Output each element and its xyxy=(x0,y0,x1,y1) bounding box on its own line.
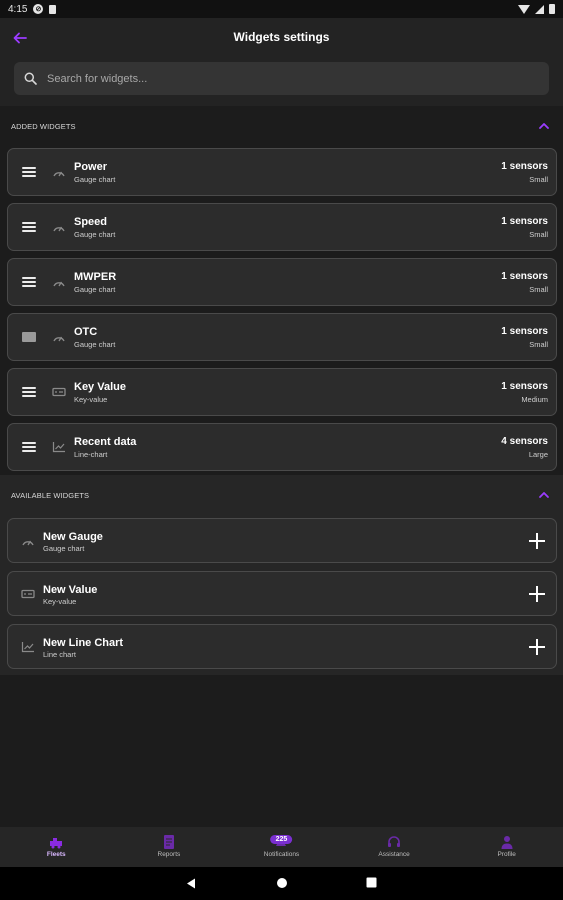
widget-name: Key Value xyxy=(74,381,126,393)
nav-label: Reports xyxy=(157,851,181,858)
widget-sensors: 1 sensors xyxy=(501,326,548,337)
widget-type: Gauge chart xyxy=(74,175,116,184)
search-icon xyxy=(24,72,37,85)
search-bar[interactable] xyxy=(14,62,549,95)
gauge-icon xyxy=(53,171,65,177)
widget-type: Gauge chart xyxy=(74,340,116,349)
drag-handle-icon[interactable] xyxy=(22,167,36,177)
widget-name: Power xyxy=(74,161,108,173)
widget-size: Small xyxy=(529,230,548,239)
drag-handle-icon[interactable] xyxy=(22,442,36,452)
add-icon[interactable] xyxy=(528,585,546,603)
app-notification-icon: ⊘ xyxy=(33,4,44,14)
widget-name: Speed xyxy=(74,216,108,228)
added-widgets-title: ADDED WIDGETS xyxy=(11,121,76,131)
system-back-icon[interactable] xyxy=(185,877,197,890)
widget-size: Large xyxy=(528,450,548,459)
widget-name: OTC xyxy=(74,326,98,338)
app-bar: Widgets settings xyxy=(0,18,563,106)
search-input[interactable] xyxy=(47,72,527,85)
nav-label: Profile xyxy=(497,851,516,858)
widget-card-mwper[interactable]: MWPER Gauge chart 1 sensors Small xyxy=(7,258,557,306)
chevron-up-icon[interactable] xyxy=(537,120,551,132)
widget-sensors: 1 sensors xyxy=(501,381,548,392)
nav-label: Notifications xyxy=(263,851,300,858)
nav-item-assistance[interactable]: Assistance xyxy=(338,827,451,867)
add-icon[interactable] xyxy=(528,638,546,656)
widget-sensors: 1 sensors xyxy=(501,161,548,172)
nav-label: Assistance xyxy=(378,851,410,858)
status-time: 4:15 xyxy=(8,3,28,15)
widget-card-otc[interactable]: OTC Gauge chart 1 sensors Small xyxy=(7,313,557,361)
sim-card-icon xyxy=(49,4,57,14)
status-bar: 4:15 ⊘ xyxy=(0,0,563,18)
signal-icon xyxy=(535,4,544,14)
available-widget-line-chart[interactable]: New Line Chart Line chart xyxy=(7,624,557,669)
available-widget-value[interactable]: New Value Key-value xyxy=(7,571,557,616)
drag-handle-icon[interactable] xyxy=(22,332,36,342)
fleets-icon xyxy=(50,838,63,849)
gauge-icon xyxy=(53,336,65,342)
widget-sensors: 1 sensors xyxy=(501,271,548,282)
widget-name: Recent data xyxy=(74,436,137,448)
nav-item-profile[interactable]: Profile xyxy=(450,827,563,867)
key-value-icon xyxy=(21,589,35,599)
key-value-icon xyxy=(52,387,66,397)
widget-name: New Line Chart xyxy=(43,637,124,649)
widget-name: MWPER xyxy=(74,271,117,283)
widget-card-power[interactable]: Power Gauge chart 1 sensors Small xyxy=(7,148,557,196)
drag-handle-icon[interactable] xyxy=(22,277,36,287)
widget-type: Key-value xyxy=(74,395,108,404)
page-title: Widgets settings xyxy=(233,30,330,44)
drag-handle-icon[interactable] xyxy=(22,387,36,397)
system-home-icon[interactable] xyxy=(276,877,288,889)
wifi-icon xyxy=(518,4,530,14)
reports-icon xyxy=(163,835,174,849)
nav-item-notifications[interactable]: 225 Notifications xyxy=(225,827,338,867)
available-widget-gauge[interactable]: New Gauge Gauge chart xyxy=(7,518,557,563)
system-navigation-bar xyxy=(0,867,563,900)
gauge-icon xyxy=(53,226,65,232)
battery-icon xyxy=(549,4,555,14)
widget-size: Small xyxy=(529,175,548,184)
widget-card-speed[interactable]: Speed Gauge chart 1 sensors Small xyxy=(7,203,557,251)
widget-name: New Value xyxy=(43,584,98,596)
widget-size: Small xyxy=(529,340,548,349)
chevron-up-icon[interactable] xyxy=(537,489,551,501)
nav-label: Fleets xyxy=(46,851,66,858)
available-widgets-header: AVAILABLE WIDGETS xyxy=(0,475,563,515)
gauge-icon xyxy=(22,540,34,546)
widget-name: New Gauge xyxy=(43,531,103,543)
added-widgets-header: ADDED WIDGETS xyxy=(0,106,563,146)
system-recents-icon[interactable] xyxy=(366,877,377,888)
widget-type: Gauge chart xyxy=(74,285,116,294)
notifications-badge: 225 xyxy=(270,835,293,844)
widget-sensors: 4 sensors xyxy=(501,436,548,447)
bottom-navigation: Fleets Reports 225 Notifications Assista… xyxy=(0,827,563,867)
profile-icon xyxy=(501,836,513,849)
drag-handle-icon[interactable] xyxy=(22,222,36,232)
gauge-icon xyxy=(53,281,65,287)
line-chart-icon xyxy=(21,642,34,653)
widget-type: Line-chart xyxy=(74,450,108,459)
widget-size: Medium xyxy=(521,395,548,404)
line-chart-icon xyxy=(52,442,65,453)
widget-type: Gauge chart xyxy=(43,544,85,553)
available-widgets-title: AVAILABLE WIDGETS xyxy=(11,490,90,500)
widget-type: Gauge chart xyxy=(74,230,116,239)
assistance-icon xyxy=(388,836,401,847)
widget-type: Key-value xyxy=(43,597,77,606)
widget-card-recent-data[interactable]: Recent data Line-chart 4 sensors Large xyxy=(7,423,557,471)
nav-item-reports[interactable]: Reports xyxy=(113,827,226,867)
widget-card-key-value[interactable]: Key Value Key-value 1 sensors Medium xyxy=(7,368,557,416)
widget-type: Line chart xyxy=(43,650,76,659)
widget-sensors: 1 sensors xyxy=(501,216,548,227)
widget-size: Small xyxy=(529,285,548,294)
nav-item-fleets[interactable]: Fleets xyxy=(0,827,113,867)
add-icon[interactable] xyxy=(528,532,546,550)
